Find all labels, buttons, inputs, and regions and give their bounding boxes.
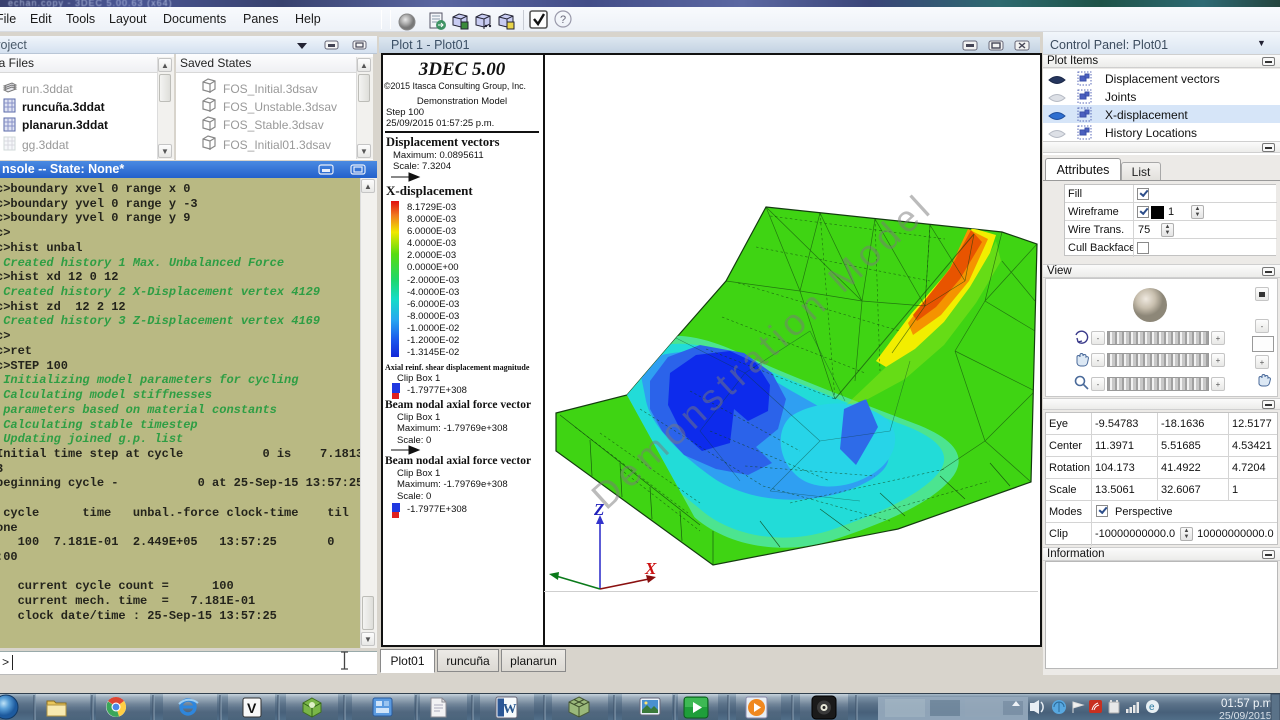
svg-text:V: V: [247, 700, 257, 716]
svg-text:01:57 p.m.: 01:57 p.m.: [1221, 698, 1275, 710]
svg-text:25/09/2015: 25/09/2015: [1219, 710, 1272, 720]
svg-text:X: X: [644, 559, 657, 578]
svg-text:?: ?: [560, 14, 566, 26]
svg-text:W: W: [503, 701, 517, 716]
svg-text:e: e: [1149, 702, 1155, 713]
svg-text:Z: Z: [593, 500, 604, 519]
